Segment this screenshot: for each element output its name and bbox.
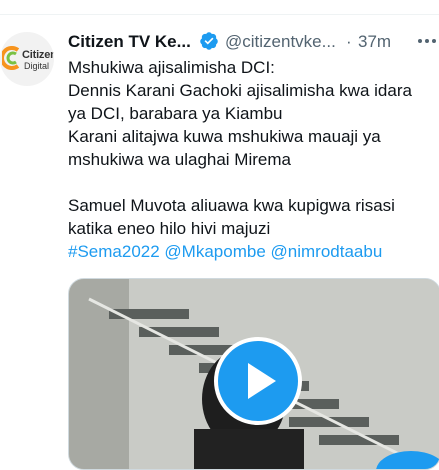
tweet-line: Karani alitajwa kuwa mshukiwa mauaji ya — [68, 127, 381, 146]
video-media[interactable] — [68, 278, 439, 470]
author-handle[interactable]: @citizentvke... — [225, 32, 336, 52]
tweet-timestamp[interactable]: 37m — [358, 32, 391, 52]
mention-link[interactable]: @Mkapombe — [164, 242, 265, 261]
verified-badge-icon — [200, 32, 218, 50]
tweet-line: Samuel Muvota aliuawa kwa kupigwa risasi — [68, 196, 395, 215]
tweet-line: Dennis Karani Gachoki ajisalimisha kwa i… — [68, 81, 412, 100]
tweet-header: Citizen TV Ke... @citizentvke... · 37m — [68, 30, 439, 52]
avatar-brand-line1: Citizen — [22, 49, 54, 61]
avatar-brand-line2: Digital — [24, 61, 50, 71]
mention-link[interactable]: @nimrodtaabu — [271, 242, 383, 261]
more-options-icon[interactable] — [416, 30, 438, 52]
top-divider — [0, 14, 439, 15]
tweet-text: Mshukiwa ajisalimisha DCI: Dennis Karani… — [68, 56, 428, 263]
avatar[interactable]: Citizen Digital — [0, 32, 54, 86]
tweet-line: mshukiwa wa ulaghai Mirema — [68, 150, 291, 169]
tweet-line: katika eneo hilo hivi majuzi — [68, 219, 271, 238]
citizen-logo-icon — [2, 46, 20, 70]
hashtag-link[interactable]: #Sema2022 — [68, 242, 160, 261]
author-name[interactable]: Citizen TV Ke... — [68, 32, 191, 52]
separator-dot: · — [346, 32, 352, 51]
tweet-line: Mshukiwa ajisalimisha DCI: — [68, 58, 275, 77]
tweet-links: #Sema2022 @Mkapombe @nimrodtaabu — [68, 240, 428, 263]
play-icon[interactable] — [214, 337, 302, 425]
tweet-line: ya DCI, barabara ya Kiambu — [68, 104, 283, 123]
